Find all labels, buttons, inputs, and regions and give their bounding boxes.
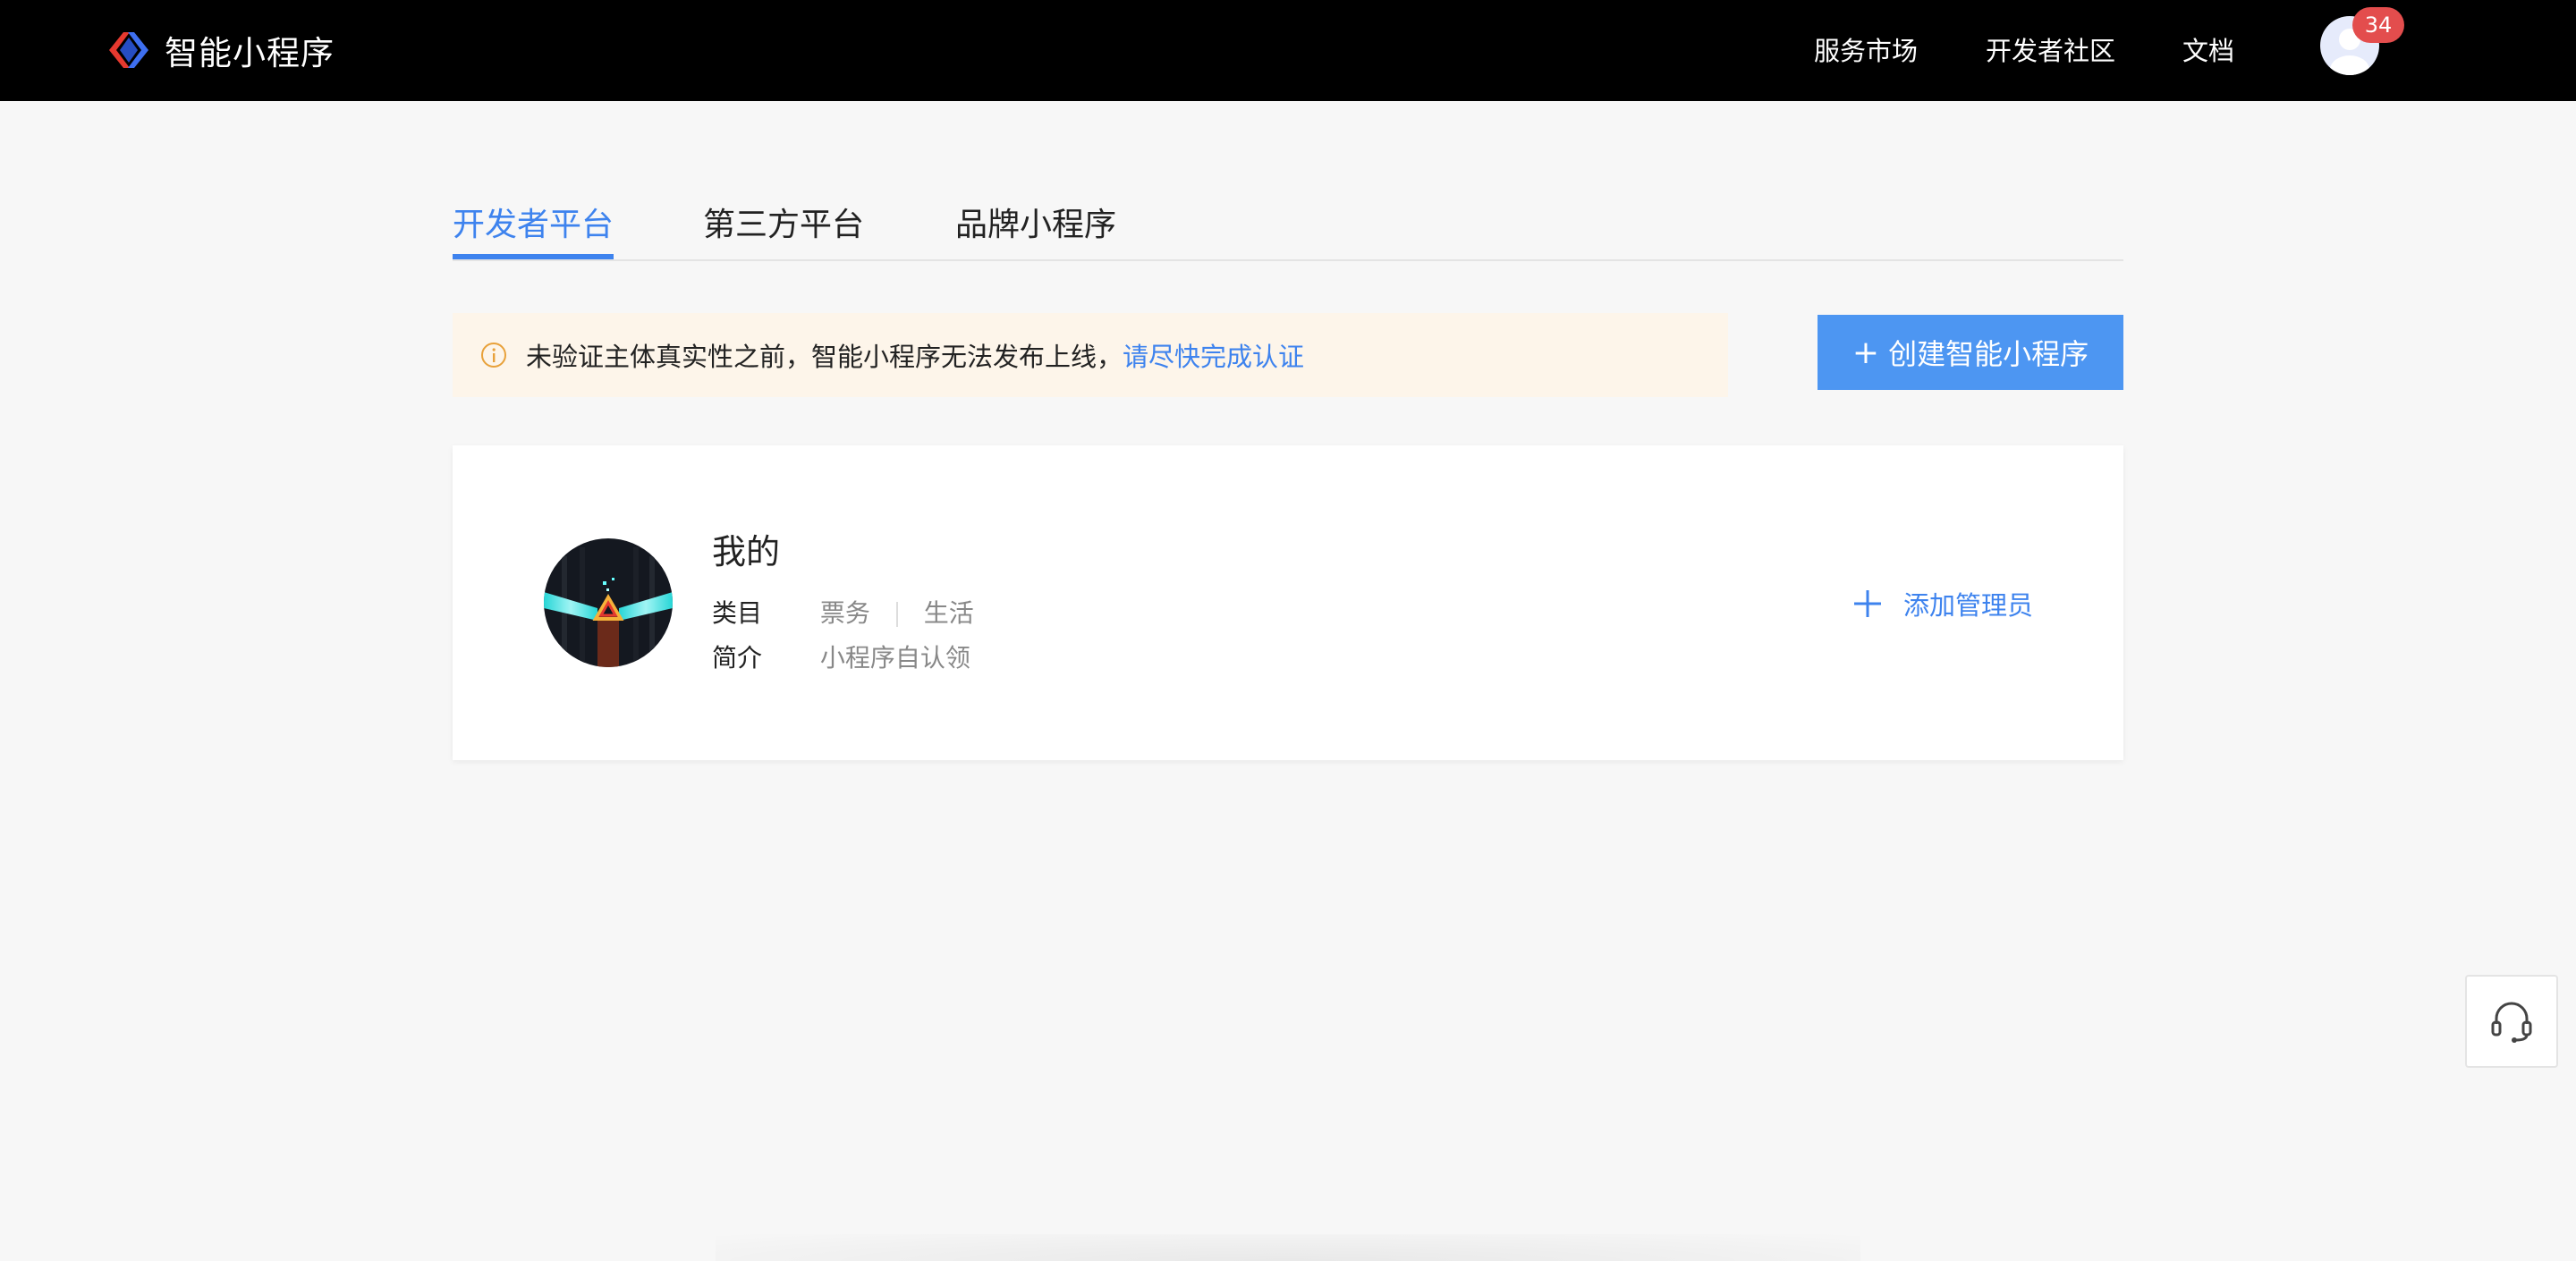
complete-verification-link[interactable]: 请尽快完成认证: [1123, 336, 1304, 374]
nav-service-market[interactable]: 服务市场: [1814, 30, 1918, 68]
intro-row: 简介 小程序自认领: [712, 639, 970, 674]
intro-value: 小程序自认领: [819, 643, 970, 673]
app-logo-image-icon: [544, 538, 673, 667]
plus-icon: [1854, 590, 1881, 617]
customer-support-button[interactable]: [2465, 975, 2558, 1068]
add-admin-label: 添加管理员: [1903, 590, 2034, 621]
intro-label: 简介: [712, 643, 763, 673]
app-title: 智能小程序: [165, 34, 335, 72]
category-value-1: 票务: [819, 598, 870, 628]
create-miniprogram-button[interactable]: + 创建智能小程序: [1818, 315, 2123, 390]
app-name: 我的: [712, 532, 781, 571]
add-admin-button[interactable]: 添加管理员: [1852, 585, 2033, 622]
user-avatar[interactable]: 34: [2320, 7, 2404, 75]
tab-brand-miniprogram[interactable]: 品牌小程序: [955, 199, 1116, 245]
miniprogram-card[interactable]: 我的 类目 票务 生活 简介 小程序自认领 添加管理员: [453, 445, 2123, 760]
platform-tabs: 开发者平台 第三方平台 品牌小程序: [453, 179, 2123, 261]
notification-badge: 34: [2352, 7, 2404, 43]
top-navbar: 智能小程序 服务市场 开发者社区 文档 34: [0, 0, 2576, 101]
create-miniprogram-label: 创建智能小程序: [1888, 337, 2089, 371]
category-label: 类目: [712, 598, 763, 628]
tab-developer-platform[interactable]: 开发者平台: [453, 199, 614, 245]
nav-docs[interactable]: 文档: [2182, 30, 2234, 68]
bottom-shadow: [716, 1234, 1860, 1261]
info-icon: [481, 343, 506, 368]
headset-icon: [2491, 1002, 2532, 1043]
category-row: 类目 票务 生活: [712, 594, 974, 630]
category-separator: [895, 602, 898, 627]
brand-logo[interactable]: 智能小程序: [106, 27, 335, 73]
notice-text: 未验证主体真实性之前，智能小程序无法发布上线，: [526, 342, 1123, 372]
smart-miniprogram-logo-icon: [109, 32, 148, 68]
tab-third-party-platform[interactable]: 第三方平台: [703, 199, 864, 245]
redacted-name-area: [791, 526, 862, 571]
active-tab-indicator: [453, 254, 614, 259]
app-logo: [544, 538, 673, 667]
category-value-2: 生活: [923, 598, 974, 628]
plus-icon: +: [1852, 334, 1880, 371]
nav-developer-community[interactable]: 开发者社区: [1986, 30, 2115, 68]
verification-notice: 未验证主体真实性之前，智能小程序无法发布上线， 请尽快完成认证: [453, 313, 1728, 397]
